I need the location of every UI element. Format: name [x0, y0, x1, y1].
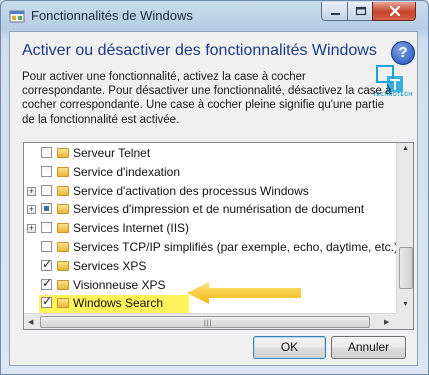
- close-icon: [389, 5, 401, 17]
- feature-row[interactable]: Services XPS: [24, 257, 396, 276]
- feature-label: Services TCP/IP simplifiés (par exemple,…: [73, 240, 399, 254]
- maximize-button[interactable]: [347, 2, 373, 21]
- scroll-up-icon[interactable]: ▲: [402, 145, 409, 152]
- logo-text-bottom: TECH: [397, 92, 413, 98]
- windows-features-icon: [9, 10, 25, 23]
- feature-row[interactable]: + Service d'activation des processus Wind…: [24, 183, 396, 201]
- feature-row[interactable]: Service d'indexation: [24, 164, 396, 182]
- feature-row[interactable]: + Services d'impression et de numérisatio…: [24, 201, 396, 219]
- scroll-grip-icon: |||: [204, 320, 213, 327]
- folder-icon: [57, 242, 69, 252]
- scroll-down-icon[interactable]: ▼: [402, 301, 409, 308]
- folder-icon: [57, 298, 69, 309]
- horizontal-scrollbar[interactable]: ◀ ||| ▶: [24, 313, 396, 329]
- feature-label: Visionneuse XPS: [73, 277, 166, 292]
- feature-label: Service d'indexation: [73, 164, 181, 179]
- dialog-content: Activer ou désactiver des fonctionnalité…: [9, 31, 418, 366]
- folder-icon: [57, 279, 69, 290]
- help-icon[interactable]: ?: [391, 41, 415, 65]
- minimize-icon: [331, 13, 340, 15]
- feature-label: Services d'impression et de numérisation…: [73, 202, 365, 217]
- scroll-right-icon[interactable]: ▶: [384, 318, 389, 326]
- scroll-left-icon[interactable]: ◀: [28, 318, 33, 326]
- feature-checkbox[interactable]: [41, 147, 52, 158]
- folder-icon: [57, 185, 69, 196]
- scrollbar-corner: [396, 313, 413, 329]
- feature-checkbox[interactable]: [41, 257, 52, 271]
- feature-checkbox[interactable]: [41, 222, 52, 234]
- folder-icon: [57, 148, 69, 158]
- feature-label: Services XPS: [73, 258, 147, 273]
- feature-row[interactable]: Services TCP/IP simplifiés (par exemple,…: [24, 239, 399, 257]
- feature-checkbox[interactable]: [41, 184, 52, 196]
- ok-button[interactable]: OK: [253, 336, 326, 359]
- feature-label: Serveur Telnet: [73, 146, 151, 160]
- expand-icon[interactable]: +: [27, 224, 36, 234]
- cancel-button[interactable]: Annuler: [331, 336, 406, 359]
- feature-checkbox[interactable]: [41, 203, 52, 215]
- vertical-scroll-thumb[interactable]: [399, 247, 413, 289]
- folder-icon: [57, 223, 69, 234]
- title-bar[interactable]: Fonctionnalités de Windows: [1, 1, 428, 31]
- feature-checkbox[interactable]: [41, 294, 52, 309]
- folder-icon: [57, 260, 69, 271]
- expand-icon[interactable]: +: [27, 186, 36, 196]
- maximize-icon: [355, 6, 367, 16]
- feature-row[interactable]: + Services Internet (IIS): [24, 220, 396, 238]
- vertical-scrollbar[interactable]: ▲ ▼: [396, 143, 413, 313]
- feature-checkbox[interactable]: [41, 276, 52, 290]
- horizontal-scroll-thumb[interactable]: |||: [40, 316, 370, 328]
- dialog-heading: Activer ou désactiver des fonctionnalité…: [22, 42, 377, 59]
- feature-label: Service d'activation des processus Windo…: [73, 183, 309, 198]
- window-title: Fonctionnalités de Windows: [31, 8, 193, 23]
- feature-checkbox[interactable]: [41, 241, 52, 252]
- folder-icon: [57, 204, 69, 215]
- features-dialog: Fonctionnalités de Windows Activer ou dé…: [0, 0, 429, 375]
- callout-arrow-icon: [187, 282, 301, 304]
- minimize-button[interactable]: [321, 2, 348, 21]
- feature-row[interactable]: Serveur Telnet: [24, 145, 396, 163]
- feature-row[interactable]: Windows Search: [39, 294, 189, 314]
- feature-checkbox[interactable]: [41, 165, 52, 177]
- folder-icon: [57, 166, 69, 177]
- close-button[interactable]: [372, 2, 416, 21]
- instructions-text: Pour activer une fonctionnalité, activez…: [22, 71, 392, 126]
- expand-icon[interactable]: +: [27, 205, 36, 215]
- feature-label: Windows Search: [73, 296, 164, 311]
- feature-label: Services Internet (IIS): [73, 221, 190, 236]
